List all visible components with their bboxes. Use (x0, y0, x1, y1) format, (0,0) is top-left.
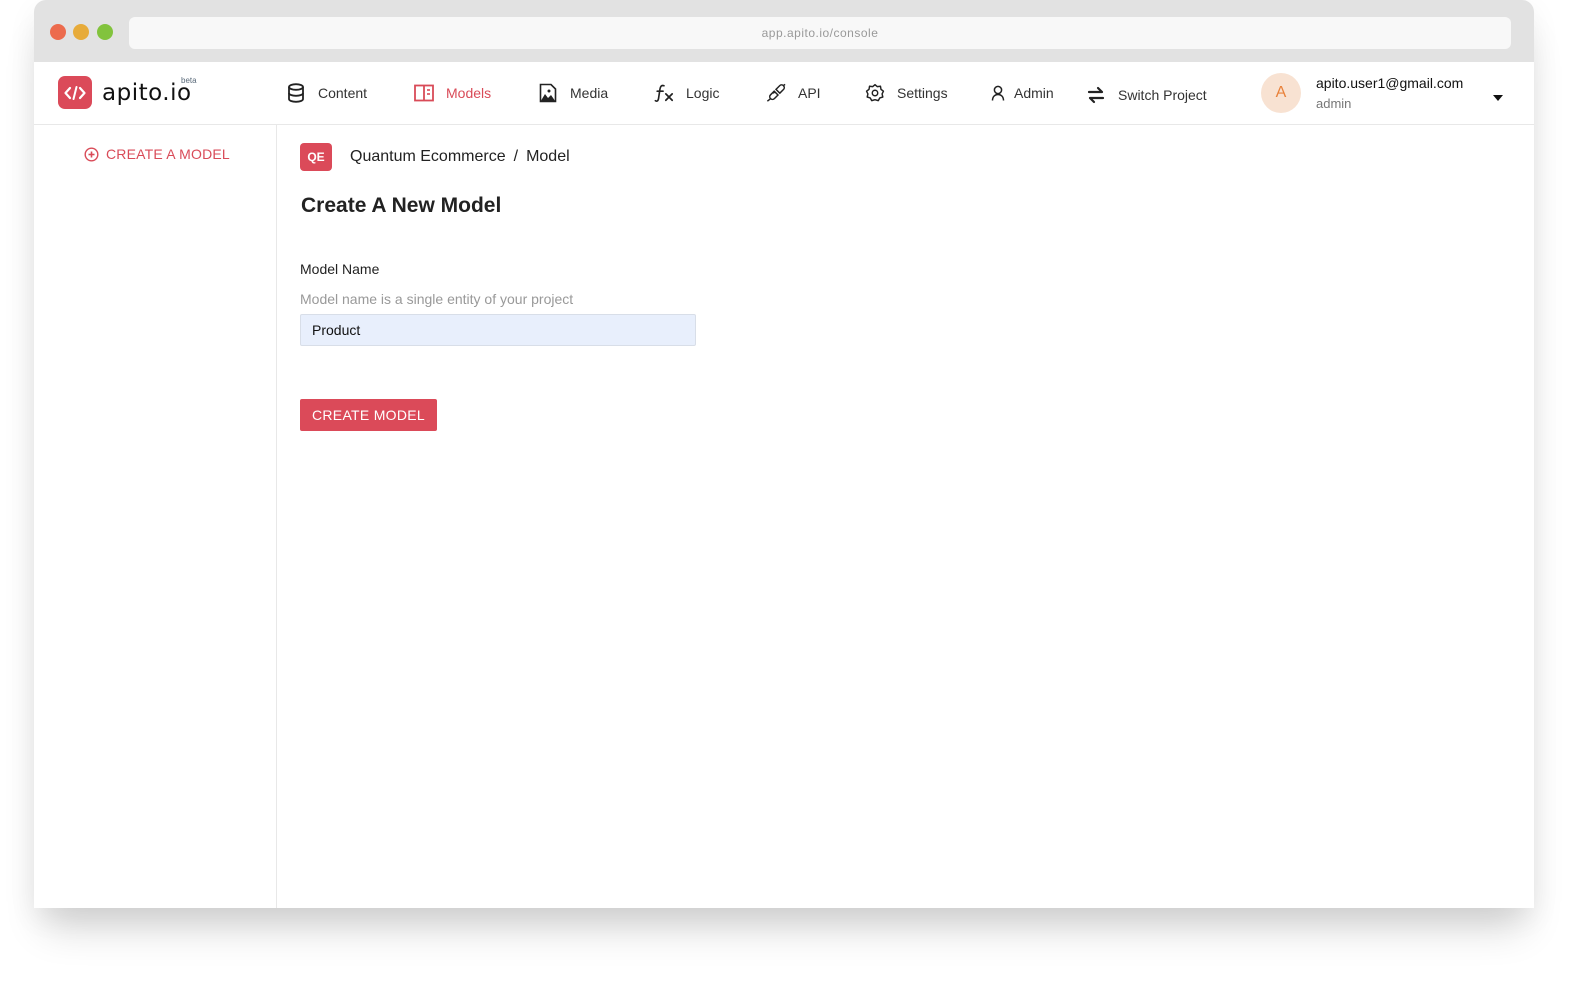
nav-settings-label: Settings (897, 85, 948, 101)
sidebar: CREATE A MODEL (34, 125, 277, 908)
nav-media-label: Media (570, 85, 609, 101)
nav-models[interactable]: Models (414, 62, 491, 124)
minimize-window-button[interactable] (73, 24, 89, 40)
nav-content-label: Content (318, 85, 368, 101)
create-model-button[interactable]: CREATE MODEL (300, 399, 437, 431)
database-icon (286, 83, 306, 103)
nav-media[interactable]: Media (538, 62, 608, 124)
nav-api-label: API (798, 85, 821, 101)
user-role: admin (1316, 96, 1352, 111)
close-window-button[interactable] (50, 24, 66, 40)
address-bar[interactable]: app.apito.io/console (129, 17, 1511, 49)
user-info: apito.user1@gmail.com admin (1316, 75, 1463, 111)
top-navigation: apito.io beta Content Models Media Logic… (34, 62, 1534, 125)
user-email: apito.user1@gmail.com (1316, 75, 1464, 91)
project-badge: QE (300, 143, 332, 171)
nav-admin[interactable]: Admin (988, 62, 1054, 124)
breadcrumb-project[interactable]: Quantum Ecommerce (350, 148, 506, 166)
plus-circle-icon (84, 146, 99, 162)
function-icon (654, 83, 674, 103)
nav-settings[interactable]: Settings (865, 62, 948, 124)
maximize-window-button[interactable] (97, 24, 113, 40)
user-icon (988, 83, 1008, 103)
user-menu[interactable]: A apito.user1@gmail.com admin (1261, 73, 1463, 113)
code-icon (58, 76, 92, 109)
nav-content[interactable]: Content (286, 62, 367, 124)
nav-switch-project-label: Switch Project (1118, 87, 1207, 103)
avatar: A (1261, 73, 1301, 113)
breadcrumb: QE Quantum Ecommerce / Model (300, 143, 570, 171)
brand-name: apito.io (102, 79, 192, 106)
caret-down-icon[interactable] (1493, 95, 1503, 101)
create-model-link-label: CREATE A MODEL (106, 146, 230, 162)
breadcrumb-page: Model (526, 148, 570, 165)
nav-logic[interactable]: Logic (654, 62, 719, 124)
nav-logic-label: Logic (686, 85, 720, 101)
logo[interactable]: apito.io beta (58, 76, 197, 109)
create-model-link[interactable]: CREATE A MODEL (84, 146, 230, 162)
nav-switch-project[interactable]: Switch Project (1086, 64, 1207, 126)
swap-icon (1086, 85, 1106, 105)
model-name-hint: Model name is a single entity of your pr… (300, 291, 574, 307)
models-icon (414, 83, 434, 103)
plug-icon (766, 83, 786, 103)
nav-admin-label: Admin (1014, 85, 1054, 101)
gear-icon (865, 83, 885, 103)
browser-window: app.apito.io/console apito.io beta Conte… (34, 0, 1534, 908)
beta-badge: beta (181, 76, 197, 85)
browser-titlebar: app.apito.io/console (34, 0, 1534, 62)
nav-api[interactable]: API (766, 62, 821, 124)
model-name-label: Model Name (300, 261, 380, 277)
nav-models-label: Models (446, 85, 492, 101)
page-title: Create A New Model (301, 194, 502, 217)
image-icon (538, 83, 558, 103)
model-name-input[interactable] (300, 314, 696, 346)
breadcrumb-separator: / (513, 148, 519, 165)
